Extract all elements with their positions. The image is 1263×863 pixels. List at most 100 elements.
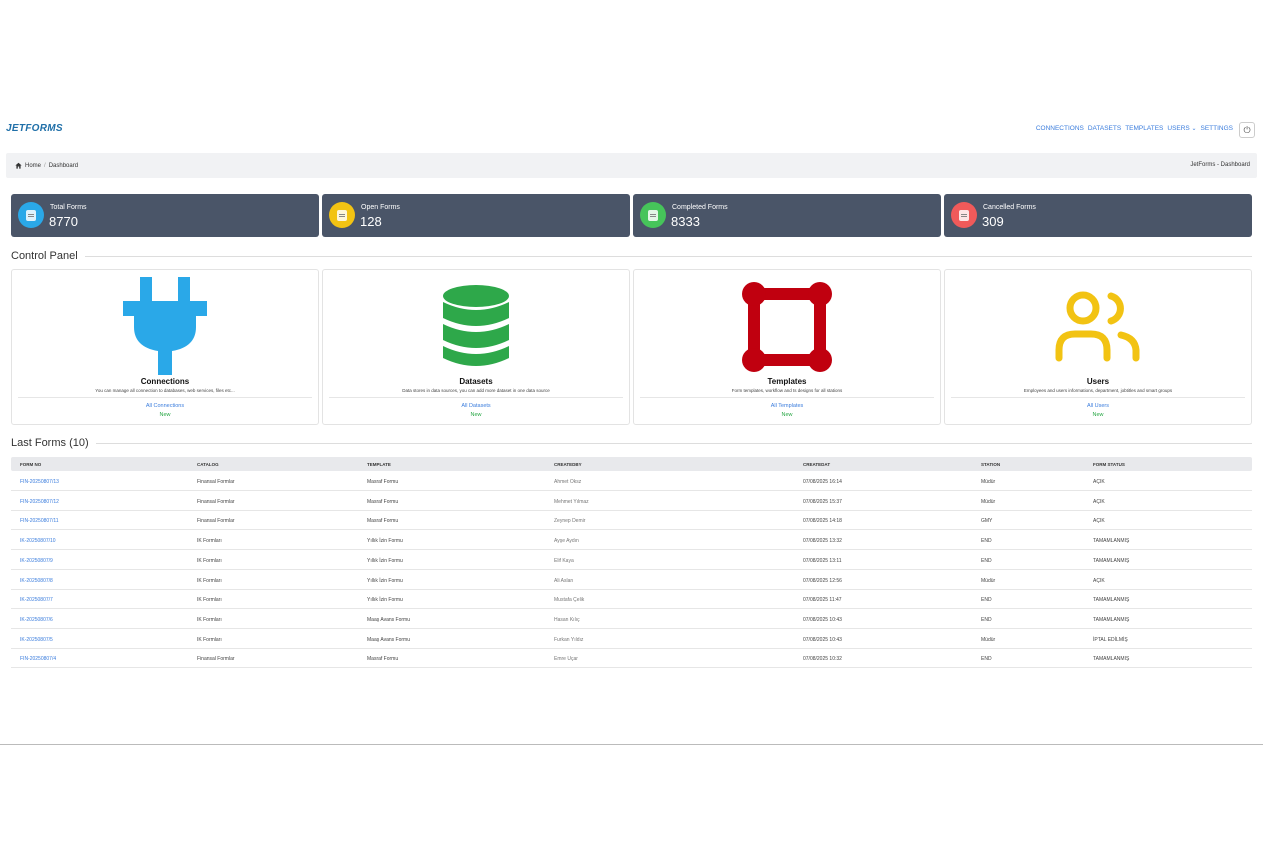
column-header[interactable]: CREATEDBY	[554, 462, 582, 467]
createdat-cell: 07/08/2025 16:14	[803, 479, 842, 485]
stat-cancelled-forms[interactable]: Cancelled Forms 309	[944, 194, 1252, 237]
document-icon	[959, 210, 969, 221]
stat-label: Open Forms	[361, 204, 400, 211]
createdat-cell: 07/08/2025 14:18	[803, 518, 842, 525]
template-cell: Masraf Formu	[367, 479, 399, 485]
template-cell: Maaş Avans Formu	[367, 616, 410, 623]
station-cell: Müdür	[981, 577, 996, 584]
new-user-link[interactable]: New	[945, 412, 1251, 418]
form-no-link[interactable]: IK-20250807/6	[20, 617, 53, 623]
status-cell: TAMAMLANMIŞ	[1093, 557, 1130, 564]
all-datasets-link[interactable]: All Datasets	[323, 403, 629, 409]
new-template-link[interactable]: New	[634, 412, 940, 418]
stat-circle	[640, 202, 666, 228]
stat-completed-forms[interactable]: Completed Forms 8333	[633, 194, 941, 237]
form-no-link[interactable]: IK-20250807/10	[20, 538, 56, 544]
station-cell: Müdür	[981, 479, 996, 485]
divider	[0, 744, 1263, 745]
table-row[interactable]: IK-20250807/6 IK Formları Maaş Avans Formu…	[11, 609, 1252, 629]
form-no-link[interactable]: FIN-20250807/13	[20, 479, 59, 485]
form-no-link[interactable]: IK-20250807/7	[20, 597, 53, 603]
template-cell: Yıllık İzin Formu	[367, 538, 403, 545]
table-row[interactable]: FIN-20250807/4 Finansal Formlar Masraf For…	[11, 648, 1252, 669]
breadcrumb-current: Dashboard	[48, 162, 79, 169]
breadcrumb-separator: /	[44, 162, 46, 169]
all-templates-link[interactable]: All Templates	[634, 403, 940, 409]
table-row[interactable]: IK-20250807/8 IK Formları Yıllık İzin Form…	[11, 570, 1252, 590]
database-icon	[443, 285, 509, 366]
stat-circle	[951, 202, 977, 228]
stat-value: 8770	[49, 214, 78, 229]
table-row[interactable]: IK-20250807/10 IK Formları Yıllık İzin For…	[11, 530, 1252, 551]
breadcrumb-home[interactable]: Home	[25, 163, 41, 169]
power-icon[interactable]: ⏻	[1239, 122, 1255, 138]
createdby-cell: Emre Uçar	[554, 656, 578, 663]
nav-settings[interactable]: SETTINGS	[1200, 125, 1233, 132]
chevron-down-icon: ⌄	[1189, 126, 1197, 132]
status-cell: AÇIK	[1093, 518, 1105, 525]
card-users: Users Employees and users informations, …	[944, 269, 1252, 425]
catalog-cell: IK Formları	[197, 597, 222, 604]
all-users-link[interactable]: All Users	[945, 403, 1251, 409]
createdby-cell: Mehmet Yılmaz	[554, 498, 589, 505]
page-title: JetForms - Dashboard	[1190, 162, 1250, 168]
nav-users-label: USERS	[1167, 125, 1190, 132]
new-connection-link[interactable]: New	[12, 412, 318, 418]
table-row[interactable]: IK-20250807/7 IK Formları Yıllık İzin Form…	[11, 589, 1252, 610]
stat-total-forms[interactable]: Total Forms 8770	[11, 194, 319, 237]
station-cell: Müdür	[981, 636, 996, 643]
table-row[interactable]: IK-20250807/9 IK Formları Yıllık İzin Form…	[11, 550, 1252, 570]
table-row[interactable]: FIN-20250807/11 Finansal Formlar Masraf Fo…	[11, 510, 1252, 531]
table-row[interactable]: IK-20250807/5 IK Formları Maaş Avans Formu…	[11, 629, 1252, 649]
all-connections-link[interactable]: All Connections	[12, 403, 318, 409]
users-icon	[1055, 291, 1140, 362]
nav-datasets[interactable]: DATASETS	[1088, 125, 1121, 132]
createdat-cell: 07/08/2025 12:56	[803, 577, 842, 584]
station-cell: END	[981, 656, 992, 663]
form-no-link[interactable]: FIN-20250807/12	[20, 499, 59, 505]
template-icon	[742, 282, 832, 372]
status-cell: İPTAL EDİLMİŞ	[1093, 636, 1128, 643]
column-header[interactable]: STATION	[981, 462, 1000, 467]
createdby-cell: Elif Kaya	[554, 557, 574, 564]
card-title: Connections	[140, 377, 190, 386]
breadcrumb: Home / Dashboard JetForms - Dashboard	[6, 153, 1257, 178]
jetforms-logo[interactable]: JETFORMS	[6, 123, 63, 134]
stat-label: Completed Forms	[672, 204, 728, 211]
form-no-link[interactable]: IK-20250807/9	[20, 558, 53, 564]
table-row[interactable]: FIN-20250807/12 Finansal Formlar Masraf Fo…	[11, 491, 1252, 511]
stat-label: Cancelled Forms	[983, 204, 1036, 211]
createdat-cell: 07/08/2025 13:32	[803, 538, 842, 545]
station-cell: END	[981, 538, 992, 545]
form-no-link[interactable]: IK-20250807/5	[20, 637, 53, 643]
column-header[interactable]: CATALOG	[197, 462, 219, 467]
template-cell: Yıllık İzin Formu	[367, 597, 403, 604]
nav-connections[interactable]: CONNECTIONS	[1036, 125, 1084, 132]
column-header[interactable]: FORM STATUS	[1093, 462, 1125, 467]
nav-users[interactable]: USERS ⌄	[1167, 125, 1196, 132]
status-cell: TAMAMLANMIŞ	[1093, 656, 1130, 663]
createdby-cell: Ahmet Oksz	[554, 479, 582, 485]
home-icon[interactable]	[15, 162, 22, 169]
catalog-cell: IK Formları	[197, 636, 222, 643]
station-cell: GMY	[981, 518, 993, 525]
createdby-cell: Zeynep Demir	[554, 518, 586, 525]
createdat-cell: 07/08/2025 10:43	[803, 616, 842, 623]
form-no-link[interactable]: FIN-20250807/11	[20, 518, 59, 524]
template-cell: Yıllık İzin Formu	[367, 557, 403, 564]
createdby-cell: Ayşe Aydın	[554, 538, 579, 545]
template-cell: Yıllık İzin Formu	[367, 577, 403, 584]
stat-value: 128	[360, 214, 382, 229]
nav-templates[interactable]: TEMPLATES	[1125, 125, 1163, 132]
column-header[interactable]: CREATEDAT	[803, 462, 830, 467]
stat-open-forms[interactable]: Open Forms 128	[322, 194, 630, 237]
form-no-link[interactable]: IK-20250807/8	[20, 578, 53, 584]
form-no-link[interactable]: FIN-20250807/4	[20, 656, 56, 662]
column-header[interactable]: TEMPLATE	[367, 462, 391, 467]
catalog-cell: Finansal Formlar	[197, 479, 235, 485]
table-row[interactable]: FIN-20250807/13 Finansal Formlar Masraf Fo…	[11, 471, 1252, 491]
new-dataset-link[interactable]: New	[323, 412, 629, 418]
column-header[interactable]: FORM NO	[20, 462, 41, 467]
station-cell: END	[981, 616, 992, 623]
createdat-cell: 07/08/2025 11:47	[803, 597, 842, 604]
